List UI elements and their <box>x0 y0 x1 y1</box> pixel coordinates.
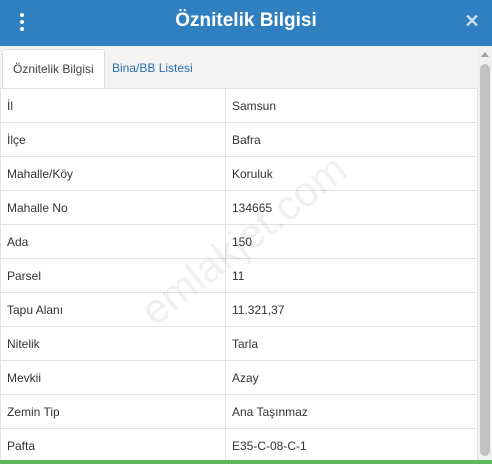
row-key: Nitelik <box>0 326 226 361</box>
row-key: Ada <box>0 224 226 259</box>
table-row: Ada 150 <box>0 224 478 259</box>
row-value: E35-C-08-C-1 <box>225 428 478 463</box>
row-value: Azay <box>225 360 478 395</box>
row-key: Mevkii <box>0 360 226 395</box>
dialog-header: Öznitelik Bilgisi ✕ <box>0 0 492 46</box>
table-row: Mahalle/Köy Koruluk <box>0 156 478 191</box>
tab-bina-bb-listesi[interactable]: Bina/BB Listesi <box>102 49 203 87</box>
scroll-up-arrow-icon[interactable] <box>481 52 489 57</box>
row-value: 150 <box>225 224 478 259</box>
row-key: Mahalle/Köy <box>0 156 226 191</box>
bottom-status-bar <box>0 460 492 464</box>
table-row: Tapu Alanı 11.321,37 <box>0 292 478 327</box>
table-row: Nitelik Tarla <box>0 326 478 361</box>
row-value: Tarla <box>225 326 478 361</box>
row-value: Ana Taşınmaz <box>225 394 478 429</box>
row-value: 134665 <box>225 190 478 225</box>
table-row: Mevkii Azay <box>0 360 478 395</box>
row-key: Parsel <box>0 258 226 293</box>
dialog-title: Öznitelik Bilgisi <box>175 10 317 31</box>
close-icon[interactable]: ✕ <box>462 10 482 32</box>
table-row: İlçe Bafra <box>0 122 478 157</box>
table-row: Mahalle No 134665 <box>0 190 478 225</box>
table-row: Zemin Tip Ana Taşınmaz <box>0 394 478 429</box>
row-value: Bafra <box>225 122 478 157</box>
row-value: Samsun <box>225 88 478 123</box>
row-key: Tapu Alanı <box>0 292 226 327</box>
row-key: Zemin Tip <box>0 394 226 429</box>
table-row: İl Samsun <box>0 88 478 123</box>
row-value: 11.321,37 <box>225 292 478 327</box>
row-key: İl <box>0 88 226 123</box>
scroll-thumb[interactable] <box>480 64 490 456</box>
row-value: Koruluk <box>225 156 478 191</box>
tab-oznitelik-bilgisi[interactable]: Öznitelik Bilgisi <box>2 49 105 89</box>
scrollbar[interactable] <box>478 46 492 460</box>
row-key: Pafta <box>0 428 226 463</box>
tab-bar: Öznitelik Bilgisi Bina/BB Listesi <box>0 46 492 89</box>
row-key: Mahalle No <box>0 190 226 225</box>
table-row: Pafta E35-C-08-C-1 <box>0 428 478 463</box>
attribute-table: İl Samsun İlçe Bafra Mahalle/Köy Koruluk… <box>0 88 478 463</box>
row-key: İlçe <box>0 122 226 157</box>
row-value: 11 <box>225 258 478 293</box>
table-row: Parsel 11 <box>0 258 478 293</box>
